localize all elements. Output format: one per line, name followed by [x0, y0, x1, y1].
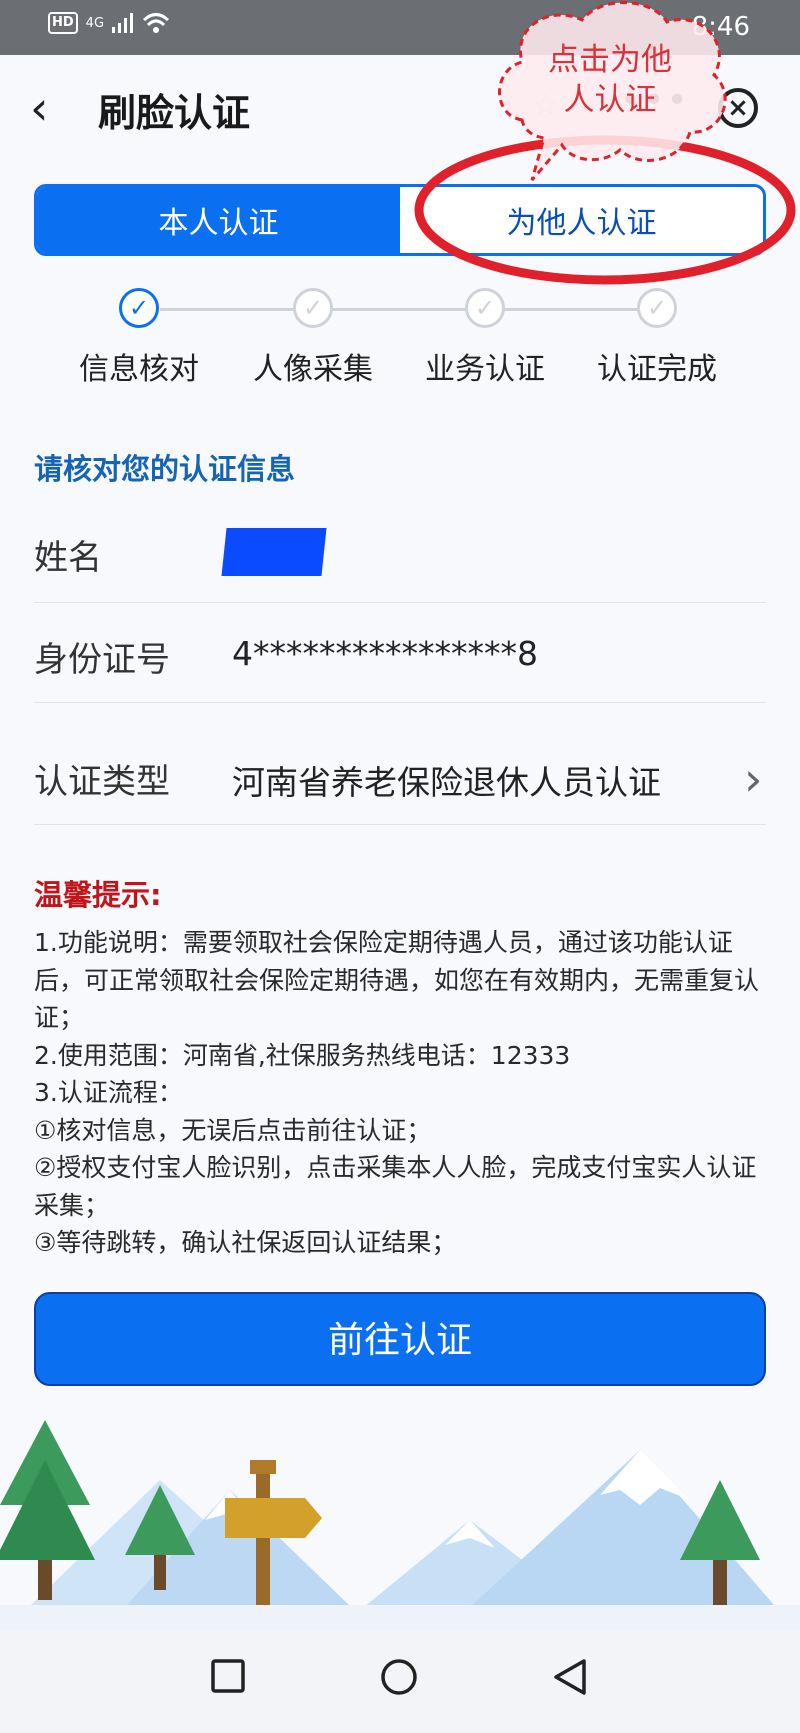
back-icon[interactable]: ‹	[30, 78, 90, 138]
annotation-line: 人认证	[563, 82, 657, 118]
triangle-back-nav-icon[interactable]	[552, 1658, 588, 1696]
tab-self-auth[interactable]: 本人认证	[37, 187, 400, 253]
info-heading: 请核对您的认证信息	[34, 452, 296, 486]
status-icons: HD 4G	[48, 12, 170, 34]
step-connector	[160, 308, 300, 311]
tip-line: ②授权支付宝人脸识别，点击采集本人人脸，完成支付宝实人认证采集；	[34, 1153, 757, 1220]
step-connector	[332, 308, 472, 311]
tips-content: 1.功能说明：需要领取社会保险定期待遇人员，通过该功能认证后，可正常领取社会保险…	[34, 924, 764, 1262]
page-title: 刷脸认证	[98, 91, 251, 135]
wifi-icon	[143, 13, 170, 33]
step-label: 业务认证	[425, 352, 545, 387]
id-value: 4****************8	[232, 634, 538, 673]
tips-title: 温馨提示:	[34, 878, 162, 912]
circle-nav-icon[interactable]	[380, 1658, 418, 1696]
tip-line: 2.使用范围：河南省,社保服务热线电话：12333	[34, 1040, 571, 1070]
annotation-line: 点击为他	[548, 42, 672, 78]
check-icon: ✓	[119, 288, 159, 328]
tip-line: ③等待跳转，确认社保返回认证结果；	[34, 1228, 457, 1257]
check-icon: ✓	[637, 288, 677, 328]
tip-line: 1.功能说明：需要领取社会保险定期待遇人员，通过该功能认证后，可正常领取社会保险…	[34, 928, 760, 1032]
divider	[34, 602, 766, 603]
chevron-right-icon[interactable]: ›	[744, 752, 762, 806]
step-label: 人像采集	[253, 352, 373, 387]
divider	[34, 824, 766, 825]
start-auth-button[interactable]: 前往认证	[34, 1292, 766, 1386]
step-label: 信息核对	[79, 352, 199, 387]
name-label: 姓名	[34, 538, 102, 578]
auth-type-label: 认证类型	[34, 762, 170, 802]
hd-icon: HD	[48, 12, 78, 34]
scenery-illustration	[0, 1420, 800, 1635]
tip-line: ①核对信息，无误后点击前往认证；	[34, 1115, 432, 1145]
step-connector	[504, 308, 644, 311]
tip-line: 3.认证流程：	[34, 1078, 183, 1107]
auth-type-value[interactable]: 河南省养老保险退休人员认证	[232, 756, 661, 804]
network-label: 4G	[85, 15, 105, 31]
square-nav-icon[interactable]	[210, 1658, 246, 1694]
divider	[34, 702, 766, 703]
check-icon: ✓	[293, 288, 333, 328]
annotation-text: 点击为他 人认证	[520, 40, 700, 120]
system-nav-bar	[0, 1630, 800, 1733]
step-label: 认证完成	[597, 352, 717, 387]
progress-steps: ✓ ✓ ✓ ✓ 信息核对 人像采集 业务认证 认证完成	[40, 286, 760, 387]
name-value-redacted	[221, 528, 327, 576]
id-label: 身份证号	[34, 640, 170, 680]
check-icon: ✓	[465, 288, 505, 328]
signal-icon	[112, 13, 134, 33]
